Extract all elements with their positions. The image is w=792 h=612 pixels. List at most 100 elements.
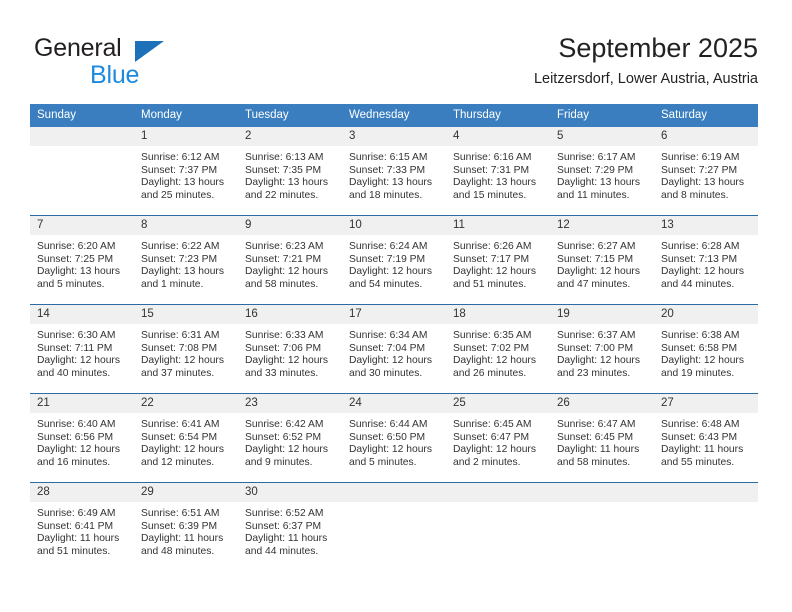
calendar-day-cell[interactable]: 4 Sunrise: 6:16 AM Sunset: 7:31 PM Daylig… [446,127,550,216]
weekday-header-sunday: Sunday [30,104,134,127]
calendar-day-cell[interactable]: 28 Sunrise: 6:49 AM Sunset: 6:41 PM Dayli… [30,482,134,571]
day-cell-inner: 9 Sunrise: 6:23 AM Sunset: 7:21 PM Daylig… [238,216,342,304]
day-number: 19 [550,305,654,324]
day-number: 23 [238,394,342,413]
day-cell-inner: 20 Sunrise: 6:38 AM Sunset: 6:58 PM Dayli… [654,305,758,393]
calendar-day-cell[interactable]: 15 Sunrise: 6:31 AM Sunset: 7:08 PM Dayli… [134,304,238,394]
day-sun-details: Sunrise: 6:31 AM Sunset: 7:08 PM Dayligh… [141,330,224,379]
calendar-day-cell[interactable]: 23 Sunrise: 6:42 AM Sunset: 6:52 PM Dayli… [238,393,342,483]
day-cell-inner: 19 Sunrise: 6:37 AM Sunset: 7:00 PM Dayli… [550,305,654,393]
day-cell-inner: 13 Sunrise: 6:28 AM Sunset: 7:13 PM Dayli… [654,216,758,304]
weekday-header-wednesday: Wednesday [342,104,446,127]
day-sun-details: Sunrise: 6:12 AM Sunset: 7:37 PM Dayligh… [141,152,224,201]
day-cell-inner: 11 Sunrise: 6:26 AM Sunset: 7:17 PM Dayli… [446,216,550,304]
day-sun-details: Sunrise: 6:15 AM Sunset: 7:33 PM Dayligh… [349,152,432,201]
day-cell-inner: 8 Sunrise: 6:22 AM Sunset: 7:23 PM Daylig… [134,216,238,304]
day-cell-inner: 17 Sunrise: 6:34 AM Sunset: 7:04 PM Dayli… [342,305,446,393]
day-sun-details: Sunrise: 6:30 AM Sunset: 7:11 PM Dayligh… [37,330,120,379]
day-number: 25 [446,394,550,413]
day-cell-inner [654,483,758,571]
calendar-week-row: 14 Sunrise: 6:30 AM Sunset: 7:11 PM Dayli… [30,304,758,394]
calendar-day-cell[interactable]: 21 Sunrise: 6:40 AM Sunset: 6:56 PM Dayli… [30,393,134,483]
day-cell-inner: 3 Sunrise: 6:15 AM Sunset: 7:33 PM Daylig… [342,127,446,215]
day-cell-inner: 7 Sunrise: 6:20 AM Sunset: 7:25 PM Daylig… [30,216,134,304]
day-cell-inner: 21 Sunrise: 6:40 AM Sunset: 6:56 PM Dayli… [30,394,134,482]
day-sun-details: Sunrise: 6:27 AM Sunset: 7:15 PM Dayligh… [557,241,640,290]
day-sun-details: Sunrise: 6:28 AM Sunset: 7:13 PM Dayligh… [661,241,744,290]
calendar-day-cell[interactable]: 17 Sunrise: 6:34 AM Sunset: 7:04 PM Dayli… [342,304,446,394]
calendar-day-cell[interactable]: 6 Sunrise: 6:19 AM Sunset: 7:27 PM Daylig… [654,127,758,216]
calendar-day-cell[interactable]: 5 Sunrise: 6:17 AM Sunset: 7:29 PM Daylig… [550,127,654,216]
calendar-day-cell[interactable]: 3 Sunrise: 6:15 AM Sunset: 7:33 PM Daylig… [342,127,446,216]
day-number [30,127,134,146]
day-number: 9 [238,216,342,235]
calendar-day-cell[interactable]: 19 Sunrise: 6:37 AM Sunset: 7:00 PM Dayli… [550,304,654,394]
day-number [446,483,550,502]
day-number: 1 [134,127,238,146]
day-sun-details: Sunrise: 6:49 AM Sunset: 6:41 PM Dayligh… [37,508,120,557]
day-cell-inner [446,483,550,571]
day-cell-inner [342,483,446,571]
calendar-day-cell[interactable]: 14 Sunrise: 6:30 AM Sunset: 7:11 PM Dayli… [30,304,134,394]
calendar-day-cell[interactable]: 1 Sunrise: 6:12 AM Sunset: 7:37 PM Daylig… [134,127,238,216]
calendar-day-cell[interactable]: 27 Sunrise: 6:48 AM Sunset: 6:43 PM Dayli… [654,393,758,483]
day-number: 12 [550,216,654,235]
weekday-header-tuesday: Tuesday [238,104,342,127]
day-cell-inner: 12 Sunrise: 6:27 AM Sunset: 7:15 PM Dayli… [550,216,654,304]
day-number: 22 [134,394,238,413]
calendar-day-cell[interactable]: 12 Sunrise: 6:27 AM Sunset: 7:15 PM Dayli… [550,215,654,305]
day-cell-inner [550,483,654,571]
weekday-header-row: Sunday Monday Tuesday Wednesday Thursday… [30,104,758,127]
calendar-week-row: 21 Sunrise: 6:40 AM Sunset: 6:56 PM Dayli… [30,393,758,483]
day-number: 24 [342,394,446,413]
calendar-week-row: 28 Sunrise: 6:49 AM Sunset: 6:41 PM Dayli… [30,482,758,571]
calendar-day-cell[interactable]: 22 Sunrise: 6:41 AM Sunset: 6:54 PM Dayli… [134,393,238,483]
day-number: 30 [238,483,342,502]
day-number: 4 [446,127,550,146]
weekday-header-saturday: Saturday [654,104,758,127]
calendar-day-cell-empty [30,127,134,216]
calendar-day-cell[interactable]: 25 Sunrise: 6:45 AM Sunset: 6:47 PM Dayli… [446,393,550,483]
calendar-day-cell[interactable]: 30 Sunrise: 6:52 AM Sunset: 6:37 PM Dayli… [238,482,342,571]
page-header: General Blue September 2025 Leitzersdorf… [0,0,792,100]
day-number: 2 [238,127,342,146]
day-number: 20 [654,305,758,324]
general-blue-logo[interactable]: General Blue [34,34,234,89]
calendar-day-cell[interactable]: 13 Sunrise: 6:28 AM Sunset: 7:13 PM Dayli… [654,215,758,305]
day-sun-details: Sunrise: 6:22 AM Sunset: 7:23 PM Dayligh… [141,241,224,290]
calendar-day-cell-empty [446,482,550,571]
day-cell-inner: 5 Sunrise: 6:17 AM Sunset: 7:29 PM Daylig… [550,127,654,215]
page-subtitle: Leitzersdorf, Lower Austria, Austria [533,71,758,87]
calendar-day-cell[interactable]: 10 Sunrise: 6:24 AM Sunset: 7:19 PM Dayli… [342,215,446,305]
day-sun-details: Sunrise: 6:40 AM Sunset: 6:56 PM Dayligh… [37,419,120,468]
day-cell-inner: 23 Sunrise: 6:42 AM Sunset: 6:52 PM Dayli… [238,394,342,482]
day-number: 3 [342,127,446,146]
calendar-day-cell[interactable]: 7 Sunrise: 6:20 AM Sunset: 7:25 PM Daylig… [30,215,134,305]
calendar-day-cell[interactable]: 2 Sunrise: 6:13 AM Sunset: 7:35 PM Daylig… [238,127,342,216]
day-number: 6 [654,127,758,146]
day-cell-inner: 2 Sunrise: 6:13 AM Sunset: 7:35 PM Daylig… [238,127,342,215]
calendar-day-cell[interactable]: 20 Sunrise: 6:38 AM Sunset: 6:58 PM Dayli… [654,304,758,394]
day-sun-details: Sunrise: 6:26 AM Sunset: 7:17 PM Dayligh… [453,241,536,290]
calendar-day-cell[interactable]: 26 Sunrise: 6:47 AM Sunset: 6:45 PM Dayli… [550,393,654,483]
day-cell-inner: 30 Sunrise: 6:52 AM Sunset: 6:37 PM Dayli… [238,483,342,571]
day-number [550,483,654,502]
day-number: 15 [134,305,238,324]
calendar-day-cell[interactable]: 16 Sunrise: 6:33 AM Sunset: 7:06 PM Dayli… [238,304,342,394]
calendar-day-cell[interactable]: 8 Sunrise: 6:22 AM Sunset: 7:23 PM Daylig… [134,215,238,305]
day-sun-details: Sunrise: 6:23 AM Sunset: 7:21 PM Dayligh… [245,241,328,290]
day-cell-inner: 27 Sunrise: 6:48 AM Sunset: 6:43 PM Dayli… [654,394,758,482]
title-block: September 2025 Leitzersdorf, Lower Austr… [534,32,758,88]
day-cell-inner: 15 Sunrise: 6:31 AM Sunset: 7:08 PM Dayli… [134,305,238,393]
day-cell-inner: 1 Sunrise: 6:12 AM Sunset: 7:37 PM Daylig… [134,127,238,215]
calendar-day-cell[interactable]: 18 Sunrise: 6:35 AM Sunset: 7:02 PM Dayli… [446,304,550,394]
day-cell-inner: 6 Sunrise: 6:19 AM Sunset: 7:27 PM Daylig… [654,127,758,215]
calendar-day-cell[interactable]: 24 Sunrise: 6:44 AM Sunset: 6:50 PM Dayli… [342,393,446,483]
day-sun-details: Sunrise: 6:44 AM Sunset: 6:50 PM Dayligh… [349,419,432,468]
calendar-day-cell[interactable]: 11 Sunrise: 6:26 AM Sunset: 7:17 PM Dayli… [446,215,550,305]
day-number: 27 [654,394,758,413]
calendar-day-cell[interactable]: 29 Sunrise: 6:51 AM Sunset: 6:39 PM Dayli… [134,482,238,571]
logo-text-general: General [34,34,122,62]
calendar-day-cell[interactable]: 9 Sunrise: 6:23 AM Sunset: 7:21 PM Daylig… [238,215,342,305]
day-number: 18 [446,305,550,324]
